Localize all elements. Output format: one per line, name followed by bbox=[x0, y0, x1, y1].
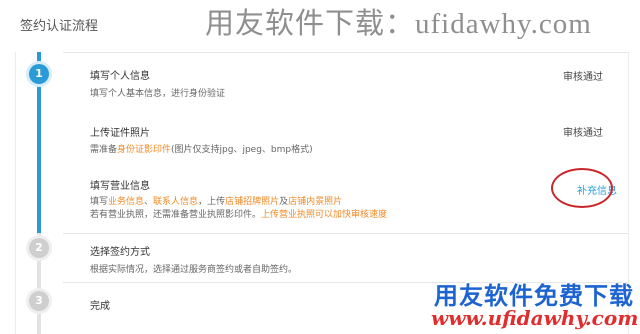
step-3-indicator: 3 bbox=[29, 291, 49, 311]
business-info-link[interactable]: 业务信息 bbox=[108, 197, 144, 207]
item-id-photo-title: 上传证件照片 bbox=[90, 128, 150, 139]
step-2-desc: 根据实际情况，选择通过服务商签约或者自助签约。 bbox=[90, 265, 298, 275]
step-1-indicator: 1 bbox=[29, 64, 49, 84]
id-copy-link[interactable]: 身份证影印件 bbox=[117, 145, 171, 155]
watermark-top: 用友软件下载：ufidawhy.com bbox=[205, 8, 592, 40]
shop-sign-photo-link[interactable]: 店铺招牌照片 bbox=[225, 197, 279, 207]
watermark-url: www.ufidawhy.com bbox=[431, 306, 639, 330]
shop-interior-photo-link[interactable]: 店铺内景照片 bbox=[288, 197, 342, 207]
divider bbox=[63, 233, 629, 234]
divider bbox=[63, 52, 629, 53]
item-personal-info-desc: 填写个人基本信息，进行身份验证 bbox=[90, 89, 226, 99]
license-speedup-link[interactable]: 上传营业执照可以加快审核速度 bbox=[261, 210, 387, 220]
red-circle-annotation bbox=[551, 168, 613, 208]
step-2-title: 选择签约方式 bbox=[90, 247, 150, 258]
item-business-info-desc2: 若有营业执照，还需准备营业执照影印件。上传营业执照可以加快审核速度 bbox=[90, 210, 388, 220]
step-2-indicator: 2 bbox=[29, 238, 49, 258]
item-personal-info-title: 填写个人信息 bbox=[90, 71, 150, 82]
item-business-info-title: 填写营业信息 bbox=[90, 181, 150, 192]
page-title: 签约认证流程 bbox=[20, 19, 99, 34]
item-id-photo-desc: 需准备身份证影印件(图片仅支持jpg、jpeg、bmp格式) bbox=[90, 145, 313, 155]
contact-info-link[interactable]: 联系人信息 bbox=[153, 197, 198, 207]
step-3-title: 完成 bbox=[90, 301, 110, 312]
item-business-info-desc: 填写业务信息、联系人信息，上传店铺招牌照片及店铺内景照片 bbox=[90, 197, 343, 207]
item-id-photo-status: 审核通过 bbox=[563, 128, 603, 139]
item-personal-info-status: 审核通过 bbox=[563, 72, 603, 83]
